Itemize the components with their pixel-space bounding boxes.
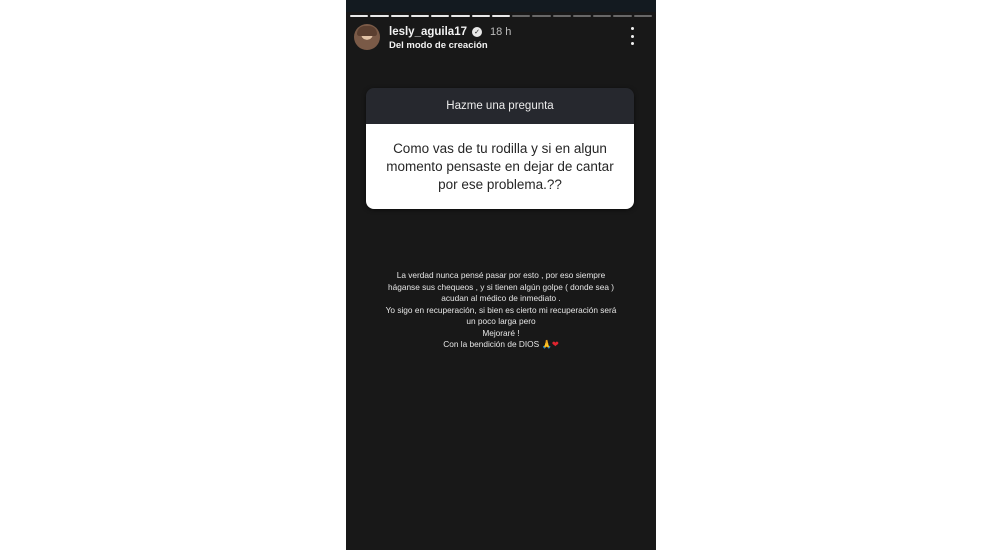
avatar[interactable] bbox=[354, 24, 380, 50]
progress-segment bbox=[613, 15, 632, 17]
praying-hands-icon: 🙏 bbox=[541, 339, 552, 349]
story-viewer[interactable]: lesly_aguila17 ✓ 18 h Del modo de creaci… bbox=[346, 0, 656, 550]
progress-segment bbox=[491, 15, 511, 17]
progress-segment bbox=[370, 15, 389, 17]
username[interactable]: lesly_aguila17 bbox=[389, 26, 467, 38]
question-sticker-title: Hazme una pregunta bbox=[366, 88, 634, 124]
answer-line: La verdad nunca pensé pasar por esto , p… bbox=[396, 270, 606, 280]
top-strip bbox=[346, 0, 656, 12]
answer-text: La verdad nunca pensé pasar por esto , p… bbox=[356, 270, 646, 351]
answer-line: acudan al médico de inmediato . bbox=[441, 293, 561, 303]
answer-line: Yo sigo en recuperación, si bien es cier… bbox=[385, 304, 617, 315]
progress-segment bbox=[552, 15, 571, 17]
progress-segment bbox=[431, 15, 450, 17]
story-header: lesly_aguila17 ✓ 18 h Del modo de creaci… bbox=[354, 24, 650, 54]
creation-mode-label: Del modo de creación bbox=[389, 40, 488, 51]
post-time: 18 h bbox=[490, 26, 512, 38]
question-text: Como vas de tu rodilla y si en algun mom… bbox=[366, 124, 634, 209]
more-options-icon[interactable] bbox=[628, 27, 636, 45]
answer-line: háganse sus chequeos , y si tienen algún… bbox=[387, 281, 615, 292]
progress-segment bbox=[593, 15, 612, 17]
answer-line: Mejoraré ! bbox=[482, 327, 520, 338]
progress-segment bbox=[512, 15, 531, 17]
progress-segment bbox=[572, 15, 592, 17]
answer-line: Con la bendición de DIOS bbox=[443, 339, 540, 349]
answer-line: un poco larga pero bbox=[466, 316, 536, 326]
progress-segment bbox=[390, 15, 409, 17]
answer-line-last: Con la bendición de DIOS 🙏❤ bbox=[356, 339, 646, 351]
more-dot bbox=[630, 34, 634, 38]
verified-badge-icon: ✓ bbox=[472, 27, 482, 37]
progress-segment bbox=[633, 15, 652, 17]
more-dot bbox=[630, 27, 634, 30]
progress-segment bbox=[532, 15, 551, 17]
progress-segment bbox=[350, 15, 369, 17]
story-progress-bar bbox=[350, 15, 652, 17]
question-sticker[interactable]: Hazme una pregunta Como vas de tu rodill… bbox=[366, 88, 634, 209]
heart-icon: ❤ bbox=[551, 339, 559, 349]
more-dot bbox=[630, 42, 634, 45]
progress-segment bbox=[410, 15, 430, 17]
progress-segment bbox=[451, 15, 470, 17]
progress-segment bbox=[471, 15, 490, 17]
user-line: lesly_aguila17 ✓ 18 h bbox=[389, 25, 511, 39]
